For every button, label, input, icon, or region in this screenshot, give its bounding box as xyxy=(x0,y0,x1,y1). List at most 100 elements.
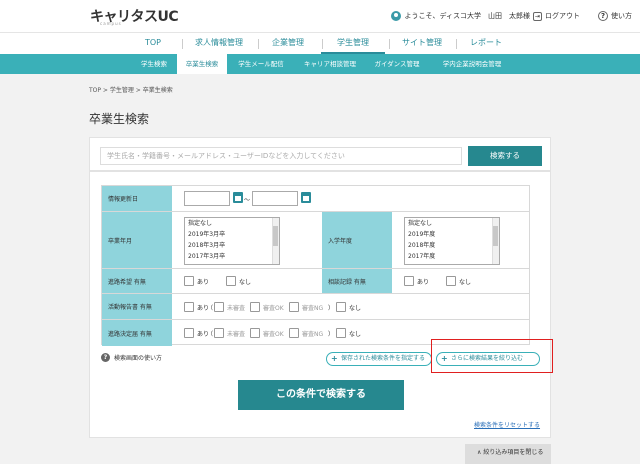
activity-ng-checkbox[interactable] xyxy=(289,302,299,312)
header: キャリタスUC campus ようこそ、ディスコ大学 山田 太郎様 ⇥ ログアウ… xyxy=(0,0,640,32)
grad-option[interactable]: 2019年3月卒 xyxy=(185,230,279,240)
filter-table: 情報更新日 〜 卒業年月 指定なし 2019年3月卒 2018年3月卒 2017… xyxy=(101,185,530,346)
nav-divider xyxy=(456,39,457,49)
user-greeting: ようこそ、ディスコ大学 山田 太郎様 xyxy=(391,11,530,21)
calendar-icon[interactable] xyxy=(233,192,243,203)
nav-student-management[interactable]: 学生管理 xyxy=(321,33,385,55)
path-hope-no-label: なし xyxy=(239,279,252,286)
close-filters-tab[interactable]: ∧ 絞り込み項目を閉じる xyxy=(465,444,551,464)
path-hope-yes-label: あり xyxy=(197,279,210,286)
subnav-career-consult[interactable]: キャリア相談管理 xyxy=(296,54,364,74)
decided-ok-checkbox[interactable] xyxy=(250,328,260,338)
label-enroll-year: 入学年度 xyxy=(322,212,392,268)
plus-icon: + xyxy=(331,354,338,363)
search-button[interactable]: 検索する xyxy=(468,146,542,166)
sub-nav: 学生検索 卒業生検索 学生メール配信 キャリア相談管理 ガイダンス管理 学内企業… xyxy=(0,54,640,74)
logout-link[interactable]: ⇥ ログアウト xyxy=(533,11,580,21)
search-help-link[interactable]: ? 検索画面の使い方 xyxy=(101,353,162,362)
keyword-search-bar: 学生氏名・学籍番号・メールアドレス・ユーザーIDなどを入力してください 検索する xyxy=(89,137,551,171)
row-grad-enroll: 卒業年月 指定なし 2019年3月卒 2018年3月卒 2017年3月卒 入学年… xyxy=(102,212,529,269)
decided-unreviewed-checkbox[interactable] xyxy=(214,328,224,338)
decided-no-label: なし xyxy=(349,331,362,338)
paren-close: ） xyxy=(328,305,335,312)
consult-yes-label: あり xyxy=(417,279,430,286)
subnav-graduate-search[interactable]: 卒業生検索 xyxy=(177,54,227,74)
label-consult-record: 相談記録 有無 xyxy=(322,269,392,293)
enroll-year-select[interactable]: 指定なし 2019年度 2018年度 2017年度 xyxy=(404,217,500,265)
path-hope-yes-checkbox[interactable] xyxy=(184,276,194,286)
decided-ng-checkbox[interactable] xyxy=(289,328,299,338)
reset-conditions-link[interactable]: 検索条件をリセットする xyxy=(474,420,540,429)
paren-open: （ xyxy=(207,331,214,338)
logout-icon: ⇥ xyxy=(533,11,542,21)
scroll-thumb[interactable] xyxy=(493,226,498,246)
subnav-guidance[interactable]: ガイダンス管理 xyxy=(368,54,426,74)
main-nav: TOP 求人情報管理 企業管理 学生管理 サイト管理 レポート xyxy=(0,32,640,55)
nav-site-management[interactable]: サイト管理 xyxy=(398,33,446,55)
question-icon: ? xyxy=(101,353,110,362)
enroll-option[interactable]: 2018年度 xyxy=(405,241,499,251)
logo-subtitle: campus xyxy=(100,21,122,26)
decided-unreviewed-label: 未審査 xyxy=(227,331,246,338)
enroll-option[interactable]: 指定なし xyxy=(405,219,499,229)
subnav-student-mail[interactable]: 学生メール配信 xyxy=(230,54,292,74)
listbox-scrollbar[interactable] xyxy=(272,218,279,264)
activity-unreviewed-label: 未審査 xyxy=(227,305,246,312)
submit-search-button[interactable]: この条件で検索する xyxy=(238,380,404,410)
question-icon: ? xyxy=(598,11,608,21)
grad-month-select[interactable]: 指定なし 2019年3月卒 2018年3月卒 2017年3月卒 xyxy=(184,217,280,265)
subnav-student-search[interactable]: 学生検索 xyxy=(134,54,174,74)
subnav-campus-seminar[interactable]: 学内企業説明会管理 xyxy=(432,54,512,74)
decided-no-checkbox[interactable] xyxy=(336,328,346,338)
nav-divider xyxy=(258,39,259,49)
label-path-decided: 進路決定届 有無 xyxy=(102,320,172,346)
paren-open: （ xyxy=(207,305,214,312)
page-title: 卒業生検索 xyxy=(89,112,150,126)
welcome-text: ようこそ、ディスコ大学 山田 太郎様 xyxy=(404,12,530,20)
filter-panel: 情報更新日 〜 卒業年月 指定なし 2019年3月卒 2018年3月卒 2017… xyxy=(89,171,553,438)
date-to-input[interactable] xyxy=(252,191,298,206)
scroll-thumb[interactable] xyxy=(273,226,278,246)
nav-divider xyxy=(182,39,183,49)
keyword-search-input[interactable]: 学生氏名・学籍番号・メールアドレス・ユーザーIDなどを入力してください xyxy=(100,147,462,165)
label-path-hope: 進路希望 有無 xyxy=(102,269,172,293)
calendar-icon[interactable] xyxy=(301,192,311,203)
activity-ok-checkbox[interactable] xyxy=(250,302,260,312)
activity-no-checkbox[interactable] xyxy=(336,302,346,312)
enroll-option[interactable]: 2017年度 xyxy=(405,252,499,262)
nav-divider xyxy=(389,39,390,49)
path-hope-no-checkbox[interactable] xyxy=(226,276,236,286)
label-updated-date: 情報更新日 xyxy=(102,186,172,211)
activity-yes-checkbox[interactable] xyxy=(184,302,194,312)
row-updated-date: 情報更新日 〜 xyxy=(102,186,529,212)
paren-close: ） xyxy=(328,331,335,338)
decided-yes-checkbox[interactable] xyxy=(184,328,194,338)
grad-option[interactable]: 指定なし xyxy=(185,219,279,229)
saved-conditions-button[interactable]: + 保存された検索条件を指定する xyxy=(326,352,432,366)
activity-ng-label: 審査NG xyxy=(302,305,324,312)
activity-ok-label: 審査OK xyxy=(263,305,284,312)
grad-option[interactable]: 2017年3月卒 xyxy=(185,252,279,262)
row-path-consult: 進路希望 有無 あり なし 相談記録 有無 あり なし xyxy=(102,269,529,294)
range-tilde: 〜 xyxy=(244,197,251,204)
breadcrumb: TOP > 学生管理 > 卒業生検索 xyxy=(89,87,173,94)
nav-top[interactable]: TOP xyxy=(138,33,168,55)
activity-no-label: なし xyxy=(349,305,362,312)
label-grad-month: 卒業年月 xyxy=(102,212,172,268)
consult-no-checkbox[interactable] xyxy=(446,276,456,286)
user-icon xyxy=(391,11,402,21)
nav-company-management[interactable]: 企業管理 xyxy=(266,33,310,55)
activity-unreviewed-checkbox[interactable] xyxy=(214,302,224,312)
help-link[interactable]: ? 使い方 xyxy=(598,11,632,21)
highlight-box xyxy=(431,339,553,373)
consult-yes-checkbox[interactable] xyxy=(404,276,414,286)
decided-ok-label: 審査OK xyxy=(263,331,284,338)
label-activity-report: 活動報告書 有無 xyxy=(102,294,172,319)
nav-report[interactable]: レポート xyxy=(466,33,506,55)
row-activity-report: 活動報告書 有無 あり （ 未審査 審査OK 審査NG ） なし xyxy=(102,294,529,320)
listbox-scrollbar[interactable] xyxy=(492,218,499,264)
nav-job-management[interactable]: 求人情報管理 xyxy=(192,33,246,55)
grad-option[interactable]: 2018年3月卒 xyxy=(185,241,279,251)
enroll-option[interactable]: 2019年度 xyxy=(405,230,499,240)
date-from-input[interactable] xyxy=(184,191,230,206)
